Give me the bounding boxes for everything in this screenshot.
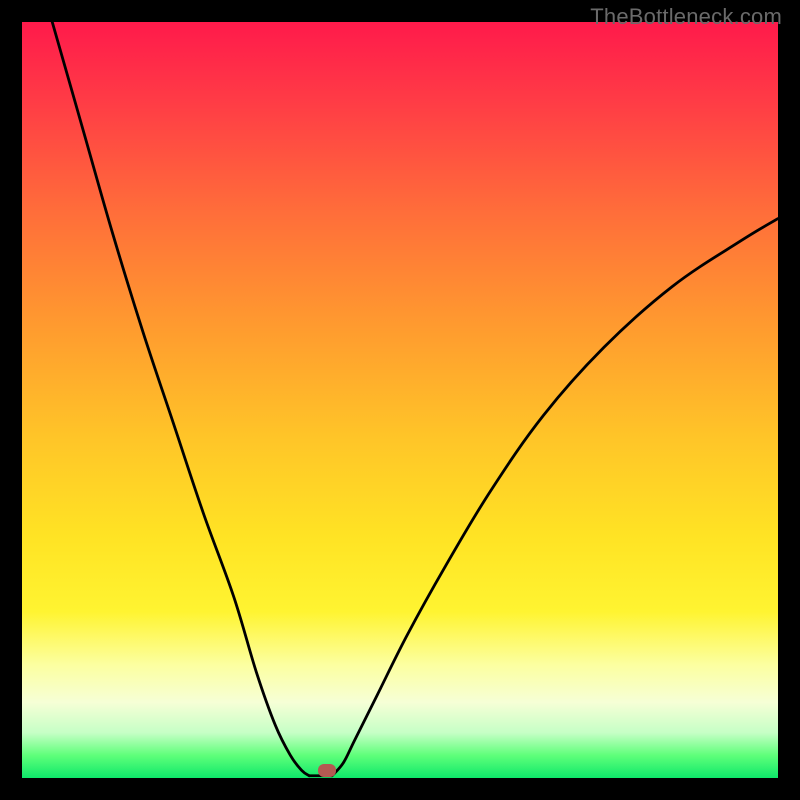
curve-right-arm [332,219,778,776]
curve-left-arm [52,22,309,776]
watermark-text: TheBottleneck.com [590,4,782,30]
curve-layer [22,22,778,778]
optimum-marker [318,764,336,777]
plot-area [22,22,778,778]
